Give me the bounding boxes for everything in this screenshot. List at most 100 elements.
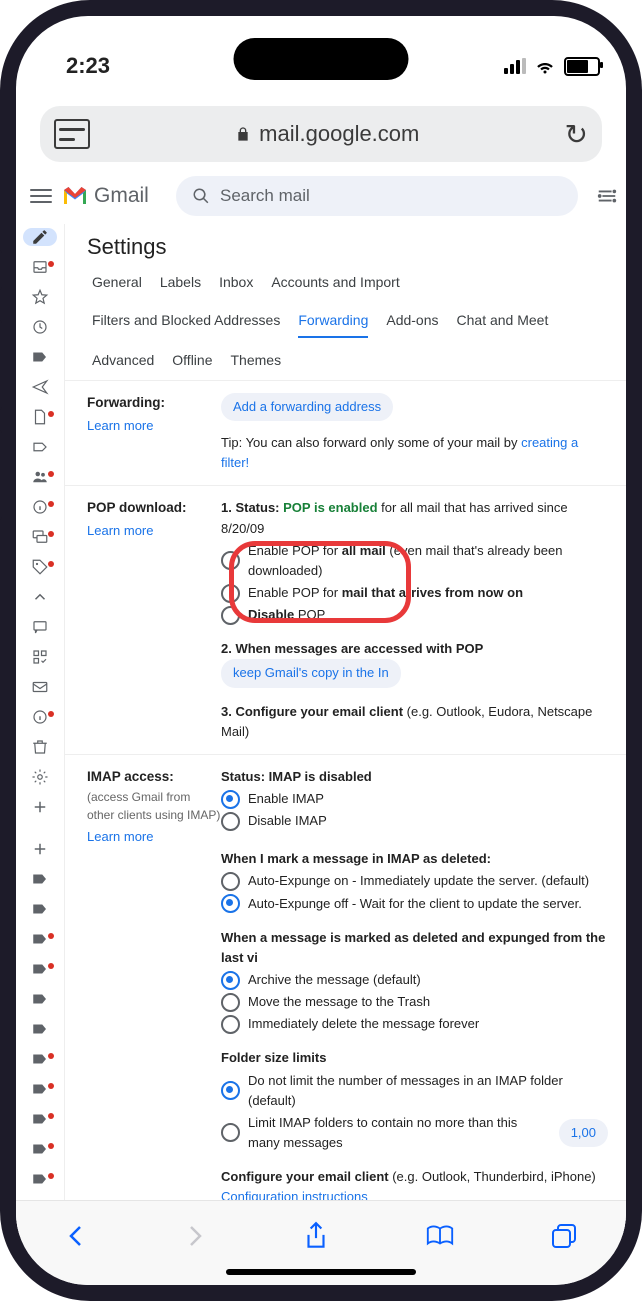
imap-trash-option[interactable]: Move the message to the Trash xyxy=(221,992,608,1012)
label-10-icon[interactable] xyxy=(23,1140,57,1158)
imap-delete-option[interactable]: Immediately delete the message forever xyxy=(221,1014,608,1034)
social-icon[interactable] xyxy=(23,468,57,486)
address-bar[interactable]: mail.google.com ↻ xyxy=(40,106,602,162)
phone-screen: 2:23 mail.google.com ↻ xyxy=(16,16,626,1285)
create-label-icon[interactable] xyxy=(23,798,57,816)
menu-icon[interactable] xyxy=(30,189,52,203)
imap-status: Status: IMAP is disabled xyxy=(221,769,372,784)
newlabel-icon[interactable] xyxy=(23,840,57,858)
inbox-icon[interactable] xyxy=(23,258,57,276)
pop-status: 1. Status: POP is enabled for all mail t… xyxy=(221,498,608,538)
starred-icon[interactable] xyxy=(23,288,57,306)
search-options-icon[interactable] xyxy=(596,185,618,207)
less-icon[interactable] xyxy=(23,588,57,606)
pop-learn-more-link[interactable]: Learn more xyxy=(87,521,221,541)
tab-add-ons[interactable]: Add-ons xyxy=(386,312,438,338)
snoozed-icon[interactable] xyxy=(23,318,57,336)
drafts-icon[interactable] xyxy=(23,408,57,426)
bookmarks-button[interactable] xyxy=(425,1223,455,1257)
settings-panel: Settings General Labels Inbox Accounts and … xyxy=(64,224,626,1233)
imap-heading: IMAP access: xyxy=(87,769,174,784)
forwarding-tip: Tip: You can also forward only some of y… xyxy=(221,433,608,473)
search-placeholder: Search mail xyxy=(220,186,310,206)
important-icon[interactable] xyxy=(23,348,57,366)
imap-option-enable[interactable]: Enable IMAP xyxy=(221,789,608,809)
imap-expunge-on[interactable]: Auto-Expunge on - Immediately update the… xyxy=(221,871,608,891)
settings-title: Settings xyxy=(65,224,626,274)
tab-accounts-and-import[interactable]: Accounts and Import xyxy=(271,274,399,298)
imap-deleted-heading: When I mark a message in IMAP as deleted… xyxy=(221,851,491,866)
imap-folder-limit-value[interactable]: 1,00 xyxy=(559,1119,608,1147)
lock-icon xyxy=(235,125,251,143)
imap-folder-limit[interactable]: Limit IMAP folders to contain no more th… xyxy=(221,1113,608,1153)
battery-icon xyxy=(564,57,600,76)
pop-heading: POP download: xyxy=(87,500,187,515)
reader-mode-icon[interactable] xyxy=(54,119,90,149)
tab-forwarding-and-pop-imap[interactable]: Forwarding xyxy=(298,312,368,338)
sent-icon[interactable] xyxy=(23,378,57,396)
allmail-icon[interactable] xyxy=(23,678,57,696)
spam-icon[interactable] xyxy=(23,708,57,726)
pop-access-dropdown[interactable]: keep Gmail's copy in the In xyxy=(221,659,401,687)
compose-icon[interactable] xyxy=(23,228,57,246)
settings-icon[interactable] xyxy=(23,768,57,786)
label-7-icon[interactable] xyxy=(23,1050,57,1068)
tabs-button[interactable] xyxy=(550,1222,578,1258)
tab-themes[interactable]: Themes xyxy=(231,352,282,376)
tab-offline[interactable]: Offline xyxy=(172,352,212,376)
label-8-icon[interactable] xyxy=(23,1080,57,1098)
search-input[interactable]: Search mail xyxy=(176,176,578,216)
imap-expunge-off[interactable]: Auto-Expunge off - Wait for the client t… xyxy=(221,894,608,914)
pop-option-all-mail[interactable]: Enable POP for all mail (even mail that'… xyxy=(221,541,608,581)
status-time: 2:23 xyxy=(66,53,110,79)
tab-general[interactable]: General xyxy=(92,274,142,298)
pop-configure: 3. Configure your email client (e.g. Out… xyxy=(221,702,608,742)
pop-access-row: 2. When messages are accessed with POP k… xyxy=(221,639,608,687)
address-bar-domain[interactable]: mail.google.com xyxy=(104,121,551,147)
pop-option-disable[interactable]: Disable POP xyxy=(221,605,608,625)
imap-folder-nolimit[interactable]: Do not limit the number of messages in a… xyxy=(221,1071,608,1111)
tab-chat-and-meet[interactable]: Chat and Meet xyxy=(457,312,549,338)
imap-learn-more-link[interactable]: Learn more xyxy=(87,827,221,847)
imap-option-disable[interactable]: Disable IMAP xyxy=(221,811,608,831)
imap-archive-option[interactable]: Archive the message (default) xyxy=(221,970,608,990)
share-button[interactable] xyxy=(303,1221,329,1259)
forums-icon[interactable] xyxy=(23,528,57,546)
gmail-header: Gmail Search mail xyxy=(16,168,626,224)
forwarding-section: Forwarding: Learn more Add a forwarding … xyxy=(65,381,626,486)
tab-inbox[interactable]: Inbox xyxy=(219,274,253,298)
gmail-app: Gmail Search mail Settings General Labels… xyxy=(16,168,626,1233)
forwarding-learn-more-link[interactable]: Learn more xyxy=(87,416,221,436)
cellular-signal-icon xyxy=(504,58,526,74)
imap-folder-heading: Folder size limits xyxy=(221,1050,326,1065)
imap-expunged-heading: When a message is marked as deleted and … xyxy=(221,930,605,965)
phone-frame: 2:23 mail.google.com ↻ xyxy=(0,0,642,1301)
tab-labels[interactable]: Labels xyxy=(160,274,201,298)
trash-icon[interactable] xyxy=(23,738,57,756)
label-2-icon[interactable] xyxy=(23,900,57,918)
chat-icon[interactable] xyxy=(23,618,57,636)
label-5-icon[interactable] xyxy=(23,990,57,1008)
label-4-icon[interactable] xyxy=(23,960,57,978)
promos-icon[interactable] xyxy=(23,558,57,576)
label-6-icon[interactable] xyxy=(23,1020,57,1038)
tab-filters-and-blocked-addresses[interactable]: Filters and Blocked Addresses xyxy=(92,312,280,338)
refresh-icon[interactable]: ↻ xyxy=(565,118,588,151)
forward-button[interactable] xyxy=(183,1222,207,1258)
label-1-icon[interactable] xyxy=(23,870,57,888)
add-forwarding-address-button[interactable]: Add a forwarding address xyxy=(221,393,393,421)
sidebar xyxy=(16,224,64,1233)
imap-client-heading-row: Configure your email client (e.g. Outloo… xyxy=(221,1167,608,1187)
back-button[interactable] xyxy=(64,1222,88,1258)
gmail-logo[interactable]: Gmail xyxy=(62,184,149,208)
category-icon[interactable] xyxy=(23,438,57,456)
tab-advanced[interactable]: Advanced xyxy=(92,352,154,376)
scheduled-icon[interactable] xyxy=(23,648,57,666)
label-9-icon[interactable] xyxy=(23,1110,57,1128)
label-3-icon[interactable] xyxy=(23,930,57,948)
imap-subtitle: (access Gmail from other clients using I… xyxy=(87,788,221,825)
pop-section: POP download: Learn more 1. Status: POP … xyxy=(65,486,626,754)
updates-icon[interactable] xyxy=(23,498,57,516)
label-11-icon[interactable] xyxy=(23,1170,57,1188)
pop-option-new-mail[interactable]: Enable POP for mail that arrives from no… xyxy=(221,583,608,603)
